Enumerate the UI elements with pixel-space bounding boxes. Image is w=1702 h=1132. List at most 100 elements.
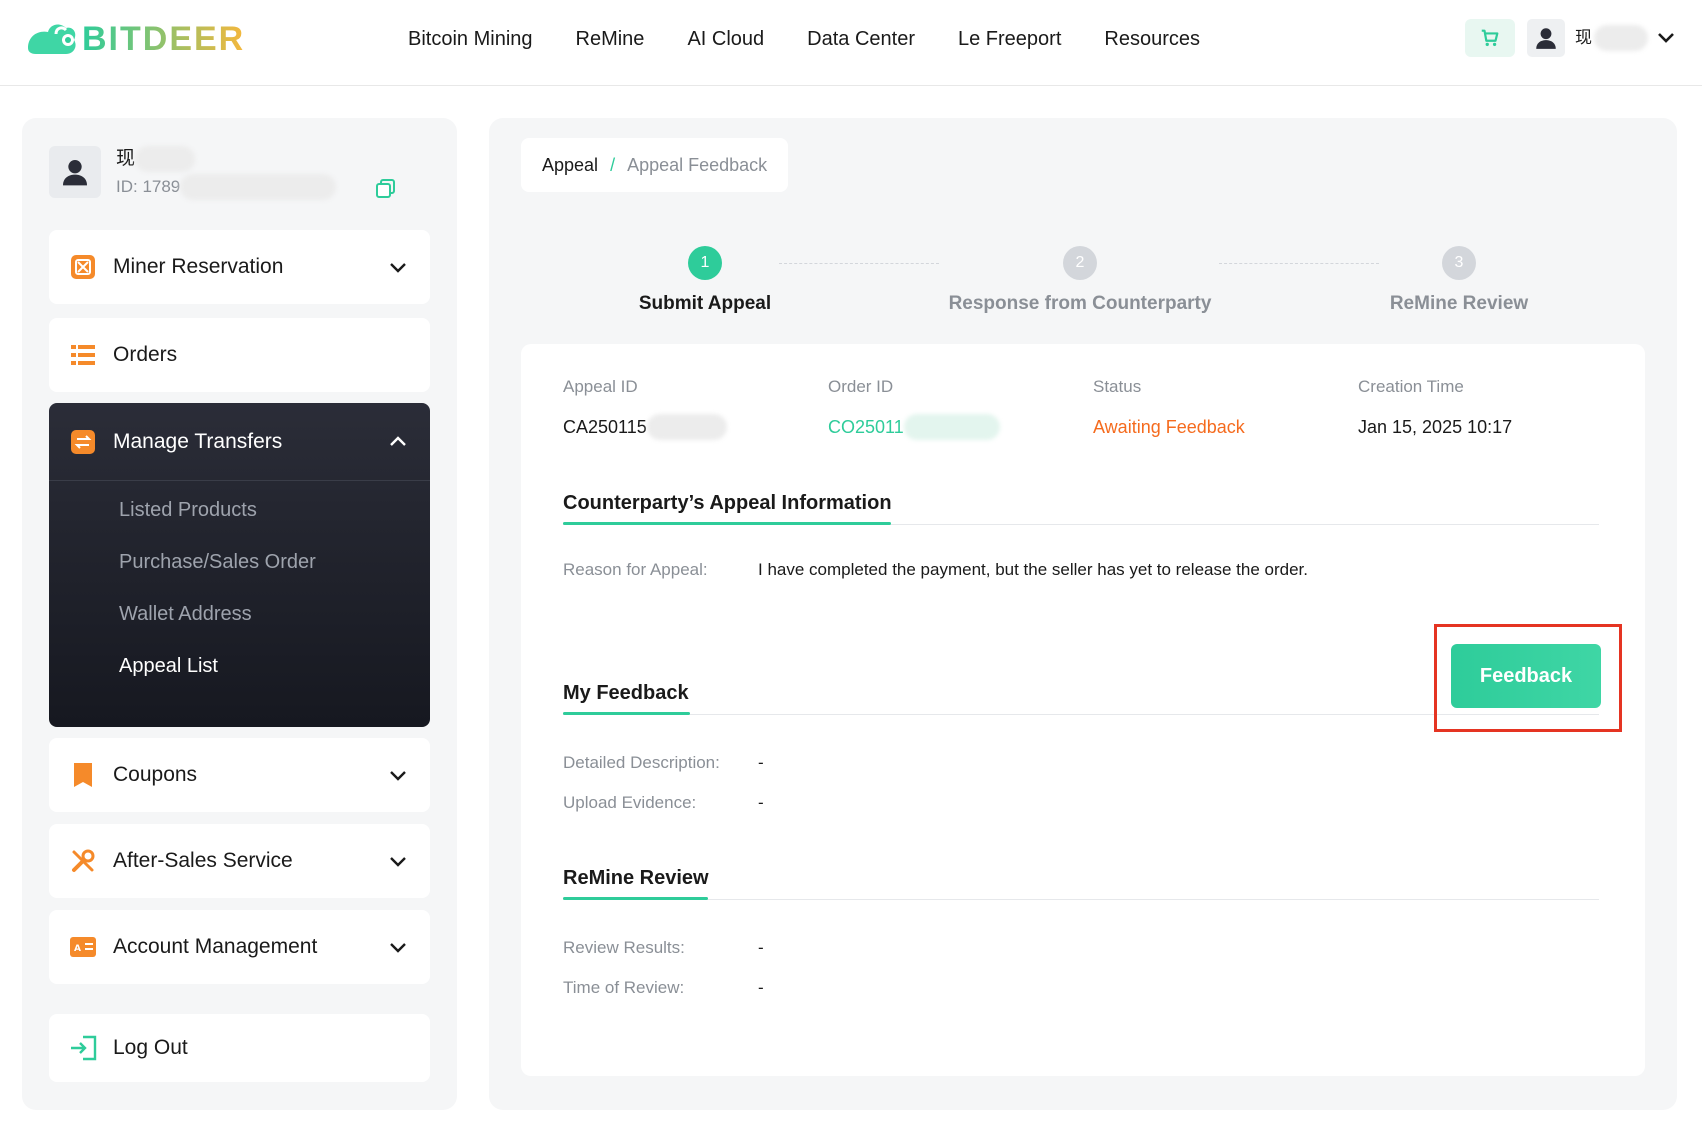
chevron-down-icon xyxy=(390,857,406,867)
step-connector xyxy=(779,263,939,264)
menu-coupons[interactable]: Coupons xyxy=(49,738,430,812)
step-1-indicator: 1 xyxy=(688,246,722,280)
sub-item-purchase-sales-order[interactable]: Purchase/Sales Order xyxy=(119,547,316,577)
cart-button[interactable] xyxy=(1465,19,1515,57)
step-1-label: Submit Appeal xyxy=(638,293,772,314)
manage-transfers-header[interactable]: Manage Transfers xyxy=(49,403,430,481)
user-icon xyxy=(1536,28,1556,49)
nav-le-freeport[interactable]: Le Freeport xyxy=(958,24,1061,54)
menu-after-sales-service[interactable]: After-Sales Service xyxy=(49,824,430,898)
svg-text:A: A xyxy=(74,944,81,954)
detailed-description-label: Detailed Description: xyxy=(563,753,720,772)
reason-label: Reason for Appeal: xyxy=(563,560,708,579)
my-feedback-section-title: My Feedback xyxy=(563,682,689,704)
breadcrumb-current: Appeal Feedback xyxy=(627,154,768,175)
chevron-down-icon xyxy=(390,943,406,953)
chevron-down-icon xyxy=(390,263,406,273)
miner-icon xyxy=(69,253,97,281)
section-accent-bar xyxy=(563,522,891,525)
chevron-down-icon[interactable] xyxy=(1654,26,1678,50)
cart-icon xyxy=(1481,29,1499,47)
upload-evidence-value: - xyxy=(758,793,764,812)
brand-logo[interactable]: BITDEER xyxy=(22,18,245,60)
review-results-value: - xyxy=(758,938,764,957)
redacted-appeal-id xyxy=(646,414,727,440)
appeal-id-text: CA250115 xyxy=(563,417,647,437)
menu-label: Orders xyxy=(113,343,178,366)
section-accent-bar xyxy=(563,712,690,715)
menu-miner-reservation[interactable]: Miner Reservation xyxy=(49,230,430,304)
logout-button[interactable]: Log Out xyxy=(49,1014,430,1082)
nav-bitcoin-mining[interactable]: Bitcoin Mining xyxy=(408,24,533,54)
user-icon xyxy=(63,160,87,186)
user-avatar[interactable] xyxy=(1527,19,1565,57)
step-2-label: Response from Counterparty xyxy=(948,293,1212,314)
chevron-up-icon xyxy=(390,435,406,446)
menu-label: Log Out xyxy=(113,1036,188,1059)
user-menu[interactable]: 现 xyxy=(1575,24,1678,52)
transfer-icon xyxy=(69,428,97,456)
upload-evidence-label: Upload Evidence: xyxy=(563,793,697,812)
profile-id-text: ID: 1789 xyxy=(116,177,181,196)
sub-item-appeal-list[interactable]: Appeal List xyxy=(119,651,218,681)
sub-item-wallet-address[interactable]: Wallet Address xyxy=(119,599,252,629)
chevron-down-icon xyxy=(390,771,406,781)
breadcrumb-appeal[interactable]: Appeal xyxy=(542,155,598,176)
creation-time-value: Jan 15, 2025 10:17 xyxy=(1358,417,1513,437)
menu-orders[interactable]: Orders xyxy=(49,318,430,392)
menu-label: Coupons xyxy=(113,763,198,786)
profile-name: 现 xyxy=(116,146,196,172)
breadcrumb: Appeal / Appeal Feedback xyxy=(521,138,789,192)
logout-icon xyxy=(69,1034,97,1062)
appeal-id-label: Appeal ID xyxy=(563,377,638,396)
feedback-button[interactable]: Feedback xyxy=(1451,644,1601,708)
status-label: Status xyxy=(1093,377,1142,396)
step-3-indicator: 3 xyxy=(1442,246,1476,280)
coupon-icon xyxy=(69,761,97,789)
profile-id: ID: 1789 xyxy=(116,174,337,200)
redacted-name xyxy=(1594,25,1648,51)
user-name: 现 xyxy=(1575,28,1592,47)
redacted-id xyxy=(180,174,337,200)
order-id-text: CO25011 xyxy=(828,417,904,437)
review-time-value: - xyxy=(758,978,764,997)
order-id-link[interactable]: CO25011 xyxy=(828,414,1000,440)
reason-value: I have completed the payment, but the se… xyxy=(758,560,1308,579)
review-time-label: Time of Review: xyxy=(563,978,685,997)
list-icon xyxy=(69,341,97,369)
redacted-name xyxy=(135,146,196,172)
menu-label: Account Management xyxy=(113,935,318,958)
order-id-label: Order ID xyxy=(828,377,894,396)
sub-item-listed-products[interactable]: Listed Products xyxy=(119,495,257,525)
bitdeer-logo-icon xyxy=(28,24,76,54)
menu-manage-transfers: Manage Transfers Listed Products Purchas… xyxy=(49,403,430,727)
step-3-label: ReMine Review xyxy=(1389,293,1529,314)
menu-label: Miner Reservation xyxy=(113,255,284,278)
sidebar: 现 ID: 1789 Miner Reservation Orders Mana… xyxy=(22,118,457,1110)
nav-remine[interactable]: ReMine xyxy=(576,24,645,54)
menu-account-management[interactable]: A Account Management xyxy=(49,910,430,984)
top-header: BITDEER Bitcoin Mining ReMine AI Cloud D… xyxy=(0,0,1702,86)
nav-data-center[interactable]: Data Center xyxy=(807,24,915,54)
nav-resources[interactable]: Resources xyxy=(1104,24,1200,54)
step-2-indicator: 2 xyxy=(1063,246,1097,280)
tools-icon xyxy=(69,847,97,875)
redacted-order-id xyxy=(903,414,1000,440)
menu-label: Manage Transfers xyxy=(113,429,283,453)
main-content: Appeal / Appeal Feedback 1 Submit Appeal… xyxy=(489,118,1677,1110)
main-nav: Bitcoin Mining ReMine AI Cloud Data Cent… xyxy=(408,24,1243,54)
avatar xyxy=(49,146,101,198)
profile-card: 现 ID: 1789 xyxy=(49,146,439,204)
copy-icon[interactable] xyxy=(375,178,397,200)
progress-steps: 1 Submit Appeal 2 Response from Counterp… xyxy=(489,246,1677,326)
section-divider xyxy=(563,899,1599,900)
brand-name: BITDEER xyxy=(82,20,246,58)
status-badge: Awaiting Feedback xyxy=(1093,417,1245,437)
appeal-id-value: CA250115 xyxy=(563,414,727,440)
section-accent-bar xyxy=(563,897,708,900)
appeal-detail-panel: Appeal ID Order ID Status Creation Time … xyxy=(521,344,1645,1076)
review-section-title: ReMine Review xyxy=(563,867,709,889)
review-results-label: Review Results: xyxy=(563,938,685,957)
nav-ai-cloud[interactable]: AI Cloud xyxy=(687,24,764,54)
id-card-icon: A xyxy=(69,933,97,961)
